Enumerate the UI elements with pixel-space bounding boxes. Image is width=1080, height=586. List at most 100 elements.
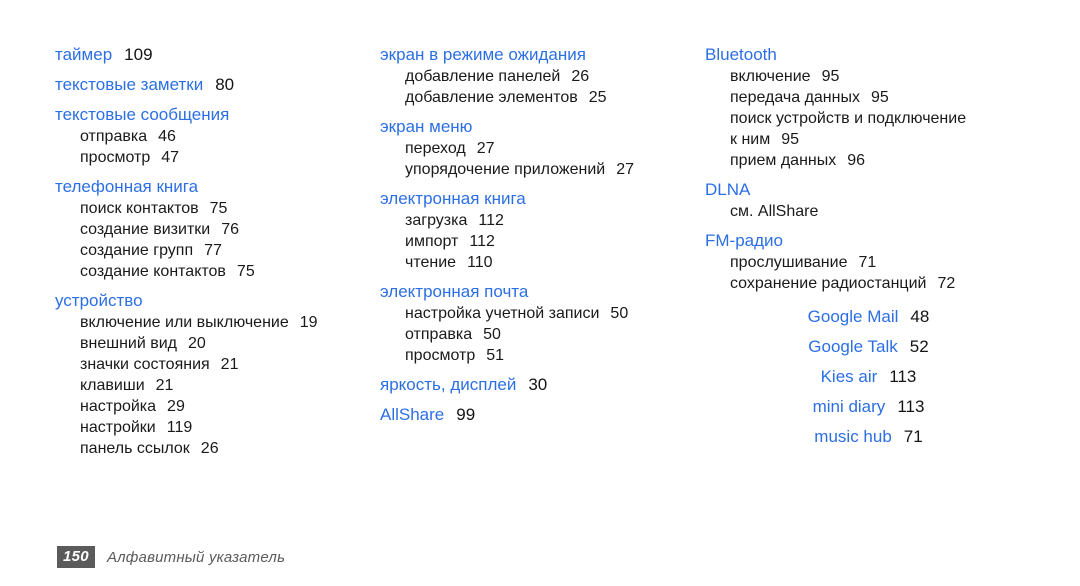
index-heading-page-number: 71 (903, 427, 923, 446)
index-subitem-page-number: 19 (299, 314, 318, 331)
index-heading[interactable]: таймер 109 (55, 44, 380, 66)
index-group: текстовые заметки 80 (55, 74, 380, 96)
index-heading[interactable]: mini diary 113 (705, 392, 1032, 422)
index-heading[interactable]: FM-радио (705, 230, 1040, 252)
index-heading-page-number: 113 (897, 397, 925, 416)
index-subitem-label: отправка (80, 128, 148, 145)
index-subitem-label: к ним (730, 131, 771, 148)
index-heading[interactable]: устройство (55, 290, 380, 312)
index-subitem[interactable]: упорядочение приложений 27 (380, 159, 705, 180)
index-subitem-page-number: 119 (166, 419, 193, 436)
index-subitem[interactable]: передача данных 95 (705, 87, 1040, 108)
index-heading[interactable]: AllShare 99 (380, 404, 705, 426)
index-subitem-page-number: 95 (870, 89, 889, 106)
index-group: экран меню переход 27 упорядочение приложен… (380, 116, 705, 180)
index-subitem[interactable]: создание визитки 76 (55, 219, 380, 240)
index-subitem[interactable]: настройка учетной записи 50 (380, 303, 705, 324)
index-heading[interactable]: Google Mail 48 (705, 302, 1032, 332)
index-heading[interactable]: текстовые заметки 80 (55, 74, 380, 96)
page-footer: 150 Алфавитный указатель (57, 546, 285, 568)
index-subitem-page-number: 51 (486, 347, 505, 364)
index-subitem[interactable]: прослушивание 71 (705, 252, 1040, 273)
index-heading[interactable]: текстовые сообщения (55, 104, 380, 126)
index-heading-label: текстовые заметки (55, 75, 204, 94)
index-subitem-page-number: 50 (483, 326, 501, 343)
index-subitem-label: настройка (80, 398, 157, 415)
index-subitem-page-number: 72 (937, 275, 956, 292)
index-group: таймер 109 (55, 44, 380, 66)
index-heading-label: устройство (55, 291, 143, 310)
index-group: телефонная книга поиск контактов 75 создани… (55, 176, 380, 282)
index-heading-label: яркость, дисплей (380, 375, 517, 394)
index-subitem-page-number: 95 (821, 68, 840, 85)
index-subitem-label: настройка учетной записи (405, 305, 600, 322)
index-subitem-page-number: 47 (161, 149, 180, 166)
index-subitem[interactable]: значки состояния 21 (55, 354, 380, 375)
index-subitem[interactable]: создание групп 77 (55, 240, 380, 261)
index-subitem-page-number: 71 (858, 254, 877, 271)
index-subitem[interactable]: внешний вид 20 (55, 333, 380, 354)
footer-section-label: Алфавитный указатель (106, 548, 286, 566)
index-subitem[interactable]: просмотр 51 (380, 345, 705, 366)
index-subitem[interactable]: добавление элементов 25 (380, 87, 705, 108)
index-heading[interactable]: экран в режиме ожидания (380, 44, 705, 66)
index-heading-page-number: 113 (889, 367, 917, 386)
index-subitem-page-number: 96 (847, 152, 866, 169)
index-heading[interactable]: экран меню (380, 116, 705, 138)
index-subitem-label: сохранение радиостанций (730, 275, 927, 292)
index-subitem[interactable]: прием данных 96 (705, 150, 1040, 171)
index-subitem-label: чтение (405, 254, 457, 271)
index-heading-page-number: 80 (215, 75, 235, 94)
index-subitem[interactable]: поиск устройств и подключение (705, 108, 1040, 129)
index-subitem[interactable]: сохранение радиостанций 72 (705, 273, 1040, 294)
index-subitem-label: переход (405, 140, 466, 157)
index-subitem-label: поиск устройств и подключение (730, 110, 967, 127)
index-column-3: Bluetooth включение 95 передача данных 95 пои… (705, 44, 1040, 452)
index-subitem[interactable]: чтение 110 (380, 252, 705, 273)
index-subitem-page-number: 77 (204, 242, 222, 259)
index-heading[interactable]: DLNA (705, 179, 1040, 201)
index-subitem[interactable]: включение 95 (705, 66, 1040, 87)
index-heading[interactable]: яркость, дисплей 30 (380, 374, 705, 396)
index-heading[interactable]: music hub 71 (705, 422, 1032, 452)
index-heading[interactable]: электронная почта (380, 281, 705, 303)
index-subitem[interactable]: настройка 29 (55, 396, 380, 417)
index-subitem[interactable]: к ним 95 (705, 129, 1040, 150)
index-subitem-label: просмотр (80, 149, 151, 166)
index-heading[interactable]: Bluetooth (705, 44, 1040, 66)
index-subitem[interactable]: клавиши 21 (55, 375, 380, 396)
index-group: AllShare 99 (380, 404, 705, 426)
index-subitem[interactable]: отправка 46 (55, 126, 380, 147)
index-heading[interactable]: Kies air 113 (705, 362, 1032, 392)
index-subitem-page-number: 27 (476, 140, 495, 157)
index-heading-label: DLNA (705, 180, 751, 199)
index-subitem[interactable]: переход 27 (380, 138, 705, 159)
index-column-1: таймер 109 текстовые заметки 80 текстовые со… (55, 44, 380, 459)
index-heading[interactable]: Google Talk 52 (705, 332, 1032, 362)
index-subitem[interactable]: настройки 119 (55, 417, 380, 438)
index-subitem[interactable]: добавление панелей 26 (380, 66, 705, 87)
index-heading-label: телефонная книга (55, 177, 199, 196)
index-subitem-label: внешний вид (80, 335, 177, 352)
index-subitem[interactable]: см. AllShare (705, 201, 1040, 222)
index-heading-label: mini diary (812, 397, 886, 416)
index-centered-group: Google Mail 48 Google Talk 52 Kies air 113 min… (705, 302, 1040, 452)
index-subitem-label: значки состояния (80, 356, 210, 373)
index-heading-label: Google Mail (807, 307, 899, 326)
index-heading-label: FM-радио (705, 231, 783, 250)
index-subitem[interactable]: создание контактов 75 (55, 261, 380, 282)
index-subitem[interactable]: загрузка 112 (380, 210, 705, 231)
index-subitem-page-number: 27 (616, 161, 635, 178)
index-subitem[interactable]: импорт 112 (380, 231, 705, 252)
index-heading[interactable]: электронная книга (380, 188, 705, 210)
index-subitem[interactable]: отправка 50 (380, 324, 705, 345)
index-subitem[interactable]: поиск контактов 75 (55, 198, 380, 219)
index-group: устройство включение или выключение 19 внеш… (55, 290, 380, 459)
index-subitem[interactable]: просмотр 47 (55, 147, 380, 168)
index-heading[interactable]: телефонная книга (55, 176, 380, 198)
index-heading-label: AllShare (380, 405, 445, 424)
index-subitem[interactable]: включение или выключение 19 (55, 312, 380, 333)
index-subitem[interactable]: панель ссылок 26 (55, 438, 380, 459)
index-heading-label: Google Talk (808, 337, 898, 356)
index-page: таймер 109 текстовые заметки 80 текстовые со… (0, 0, 1080, 586)
